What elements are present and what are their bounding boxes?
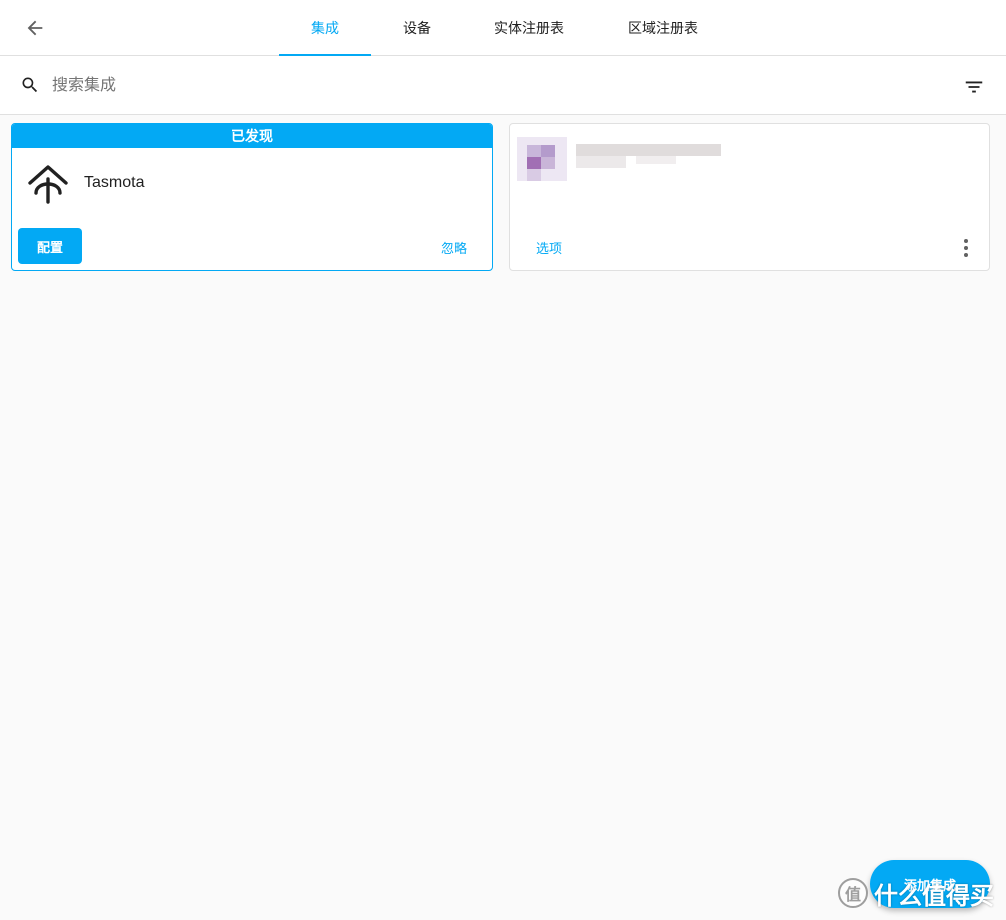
- search-bar: [0, 56, 1006, 115]
- configure-button[interactable]: 配置: [18, 228, 82, 264]
- more-vertical-icon[interactable]: [954, 236, 978, 260]
- tab-integrations[interactable]: 集成: [279, 0, 371, 56]
- tab-label: 集成: [311, 19, 339, 36]
- discovered-header: 已发现: [12, 124, 492, 148]
- watermark-text: 什么值得买: [874, 882, 994, 910]
- tab-label: 区域注册表: [628, 19, 698, 36]
- back-arrow-icon: [27, 20, 43, 36]
- integration-name-blurred: [576, 144, 726, 170]
- ignore-button[interactable]: 忽略: [441, 238, 467, 257]
- watermark: 值 什么值得买: [838, 870, 1004, 916]
- tab-devices[interactable]: 设备: [371, 0, 463, 55]
- discovered-integration-card: 已发现 Tasmota 配置 忽略: [11, 123, 493, 271]
- tab-label: 实体注册表: [494, 19, 564, 36]
- tab-entity-registry[interactable]: 实体注册表: [463, 0, 595, 55]
- search-input[interactable]: [50, 73, 914, 99]
- filter-icon: [965, 81, 983, 93]
- options-button[interactable]: 选项: [536, 238, 562, 257]
- search-icon: [22, 77, 38, 93]
- configured-integration-card: 选项: [509, 123, 990, 271]
- back-button[interactable]: [22, 15, 48, 41]
- watermark-badge: 值: [838, 878, 868, 908]
- tasmota-logo-icon: [28, 165, 68, 204]
- top-app-bar: 集成 设备 实体注册表 区域注册表: [0, 0, 1006, 56]
- integration-logo-blurred: [517, 137, 567, 181]
- integration-name: Tasmota: [84, 174, 145, 191]
- tab-area-registry[interactable]: 区域注册表: [595, 0, 731, 55]
- filter-button[interactable]: [962, 75, 986, 99]
- tab-label: 设备: [403, 19, 431, 36]
